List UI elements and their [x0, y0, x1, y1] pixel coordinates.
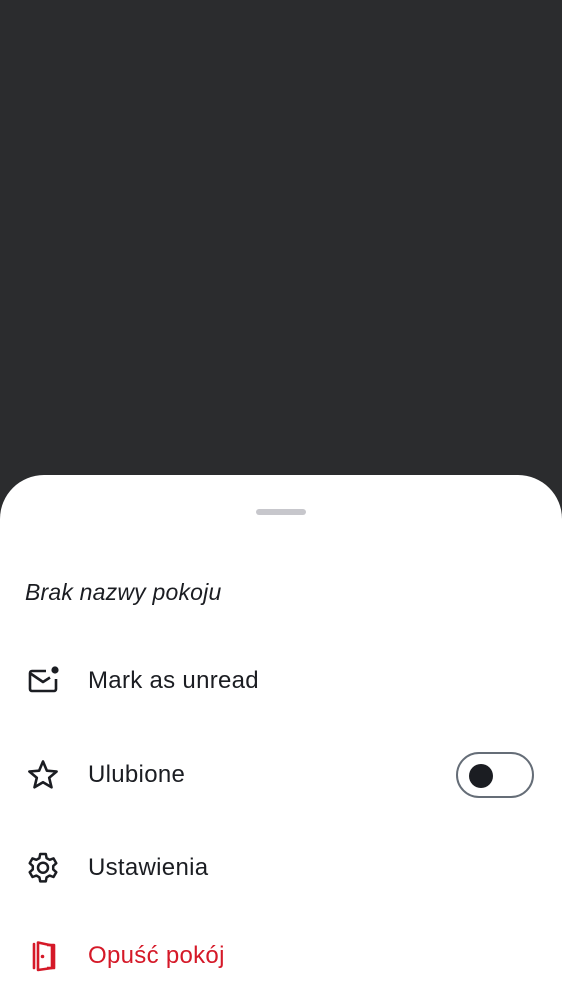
- settings-item[interactable]: Ustawienia: [0, 836, 562, 900]
- favourite-label: Ulubione: [88, 761, 186, 788]
- settings-label: Ustawienia: [88, 854, 209, 881]
- favourite-item[interactable]: Ulubione: [0, 743, 562, 807]
- room-name-title: Brak nazwy pokoju: [25, 579, 222, 605]
- room-options-bottom-sheet: Brak nazwy pokoju Mark as unread Ulubion…: [0, 475, 562, 1000]
- drag-handle[interactable]: [256, 509, 306, 515]
- toggle-knob: [469, 764, 493, 788]
- mail-unread-icon: [26, 664, 60, 698]
- leave-room-label: Opuść pokój: [88, 942, 225, 969]
- leave-door-icon: [26, 939, 60, 973]
- star-outline-icon: [26, 758, 60, 792]
- gear-icon: [26, 851, 60, 885]
- leave-room-item[interactable]: Opuść pokój: [0, 924, 562, 988]
- mark-as-unread-label: Mark as unread: [88, 667, 259, 694]
- mark-as-unread-item[interactable]: Mark as unread: [0, 649, 562, 713]
- favourite-toggle[interactable]: [456, 752, 534, 798]
